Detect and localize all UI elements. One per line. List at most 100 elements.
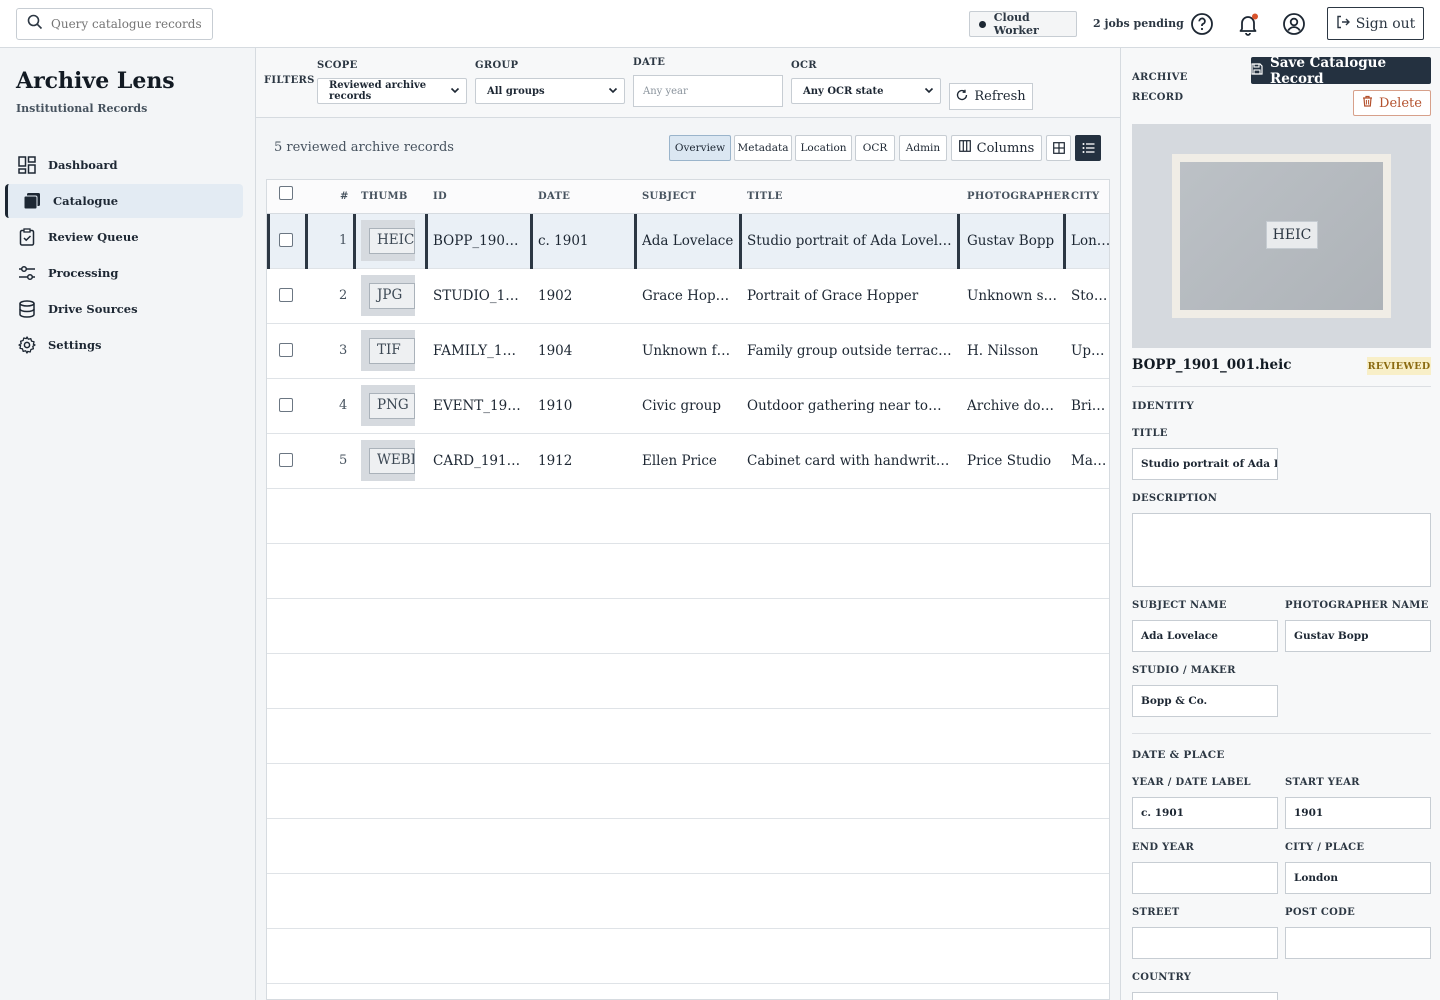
tab-location[interactable]: Location — [795, 135, 852, 161]
status-dot-icon — [979, 20, 986, 28]
selection-divider — [634, 214, 637, 269]
column-header-num[interactable]: # — [340, 191, 349, 202]
select-all-checkbox[interactable] — [279, 186, 293, 200]
column-header-title[interactable]: TITLE — [747, 191, 783, 202]
city-field[interactable]: London — [1285, 862, 1431, 894]
year-field[interactable]: c. 1901 — [1132, 797, 1278, 829]
columns-button[interactable]: Columns — [951, 135, 1042, 161]
top-bar: Cloud Worker 2 jobs pending Sign out — [0, 0, 1440, 48]
thumbnail-format-label: WEBP — [369, 448, 415, 474]
search-box[interactable] — [16, 8, 213, 40]
row-checkbox[interactable] — [279, 233, 293, 247]
selection-divider — [739, 214, 742, 269]
table-row[interactable]: 3 TIF FAMILY_1904_003.tif 1904 Unknown famil… — [267, 324, 1109, 379]
start-year-field[interactable]: 1901 — [1285, 797, 1431, 829]
selection-divider — [530, 214, 533, 269]
cell-subject: Civic group — [642, 398, 722, 414]
sidebar-item-catalogue[interactable]: Catalogue — [5, 184, 243, 218]
trash-icon — [1362, 95, 1373, 111]
group-select[interactable]: All groups — [475, 78, 625, 104]
refresh-button[interactable]: Refresh — [949, 83, 1033, 110]
column-header-photographer[interactable]: PHOTOGRAPHER — [967, 191, 1070, 202]
date-input[interactable]: Any year — [633, 75, 783, 107]
column-header-id[interactable]: ID — [433, 191, 447, 202]
street-label: STREET — [1132, 907, 1180, 918]
row-checkbox[interactable] — [279, 398, 293, 412]
table-row[interactable]: 2 JPG STUDIO_1902_002.jpg 1902 Grace Hopper P… — [267, 269, 1109, 324]
photographer-name-field[interactable]: Gustav Bopp — [1285, 620, 1431, 652]
scope-select[interactable]: Reviewed archive records — [317, 78, 467, 104]
thumbnail[interactable]: JPG — [361, 275, 415, 316]
group-filter: GROUP All groups — [475, 60, 625, 104]
title-label: TITLE — [1132, 428, 1168, 439]
thumbnail-format-label: HEIC — [369, 228, 415, 254]
row-checkbox[interactable] — [279, 453, 293, 467]
image-preview[interactable]: HEIC — [1132, 124, 1431, 348]
empty-row — [267, 764, 1109, 819]
thumbnail[interactable]: TIF — [361, 330, 415, 371]
row-checkbox[interactable] — [279, 288, 293, 302]
sidebar-item-drive-sources[interactable]: Drive Sources — [5, 292, 243, 326]
tab-admin[interactable]: Admin — [899, 135, 947, 161]
table-row[interactable]: 5 WEBP CARD_1912_005.webp 1912 Ellen Price Ca… — [267, 434, 1109, 489]
subject-name-field[interactable]: Ada Lovelace — [1132, 620, 1278, 652]
studio-field[interactable]: Bopp & Co. — [1132, 685, 1278, 717]
table-row[interactable]: 4 PNG EVENT_1910_004.png 1910 Civic group Out… — [267, 379, 1109, 434]
search-icon — [27, 14, 43, 34]
jobs-pending: 2 jobs pending — [1093, 17, 1184, 30]
thumbnail[interactable]: WEBP — [361, 440, 415, 481]
tab-ocr[interactable]: OCR — [855, 135, 895, 161]
tab-metadata[interactable]: Metadata — [734, 135, 792, 161]
tab-overview[interactable]: Overview — [669, 135, 731, 161]
chevron-down-icon — [450, 85, 460, 98]
sidebar-item-label: Settings — [48, 338, 102, 352]
empty-row — [267, 599, 1109, 654]
chevron-down-icon — [608, 85, 618, 98]
sidebar-item-settings[interactable]: Settings — [5, 328, 243, 362]
year-label: YEAR / DATE LABEL — [1132, 777, 1251, 788]
bell-icon[interactable] — [1235, 11, 1261, 37]
postcode-field[interactable] — [1285, 927, 1431, 959]
column-header-subject[interactable]: SUBJECT — [642, 191, 696, 202]
date-place-section-title: DATE & PLACE — [1132, 749, 1225, 761]
column-header-city[interactable]: CITY — [1071, 191, 1099, 202]
description-field[interactable] — [1132, 513, 1431, 587]
country-field[interactable] — [1132, 992, 1278, 1000]
help-icon[interactable] — [1189, 11, 1215, 37]
grid-view-icon[interactable] — [1046, 135, 1071, 161]
account-icon[interactable] — [1281, 11, 1307, 37]
search-input[interactable] — [51, 17, 201, 31]
street-field[interactable] — [1132, 927, 1278, 959]
thumbnail[interactable]: HEIC — [361, 220, 415, 261]
cell-date: 1904 — [538, 343, 573, 359]
worker-status[interactable]: Cloud Worker — [969, 11, 1077, 37]
delete-button[interactable]: Delete — [1353, 90, 1431, 116]
sidebar-item-dashboard[interactable]: Dashboard — [5, 148, 243, 182]
main-content: FILTERS SCOPE Reviewed archive records G… — [256, 48, 1120, 1000]
table-row[interactable]: 1 HEIC BOPP_1901_001.heic c. 1901 Ada Lovela… — [267, 214, 1109, 269]
cell-date: 1910 — [538, 398, 573, 414]
ocr-select[interactable]: Any OCR state — [791, 78, 941, 104]
dashboard-icon — [17, 155, 37, 175]
empty-row — [267, 709, 1109, 764]
title-field[interactable]: Studio portrait of Ada Lovelace — [1132, 448, 1278, 480]
sidebar-item-label: Review Queue — [48, 230, 139, 244]
sidebar-item-processing[interactable]: Processing — [5, 256, 243, 290]
cell-title: Cabinet card with handwritten dedication — [747, 453, 952, 469]
sidebar-item-review-queue[interactable]: Review Queue — [5, 220, 243, 254]
save-record-button[interactable]: Save Catalogue Record — [1251, 55, 1431, 87]
row-checkbox[interactable] — [279, 343, 293, 357]
sign-out-button[interactable]: Sign out — [1327, 7, 1424, 40]
sidebar: Archive Lens Institutional Records Dashb… — [0, 48, 256, 1000]
empty-row — [267, 489, 1109, 544]
thumbnail[interactable]: PNG — [361, 385, 415, 426]
gear-icon — [17, 335, 37, 355]
cell-date: 1902 — [538, 288, 573, 304]
column-header-date[interactable]: DATE — [538, 191, 570, 202]
selection-divider — [957, 214, 960, 269]
database-icon — [17, 299, 37, 319]
list-view-icon[interactable] — [1075, 135, 1101, 161]
column-header-thumb[interactable]: THUMB — [361, 191, 408, 202]
end-year-field[interactable] — [1132, 862, 1278, 894]
date-filter: DATE Any year — [633, 57, 783, 107]
